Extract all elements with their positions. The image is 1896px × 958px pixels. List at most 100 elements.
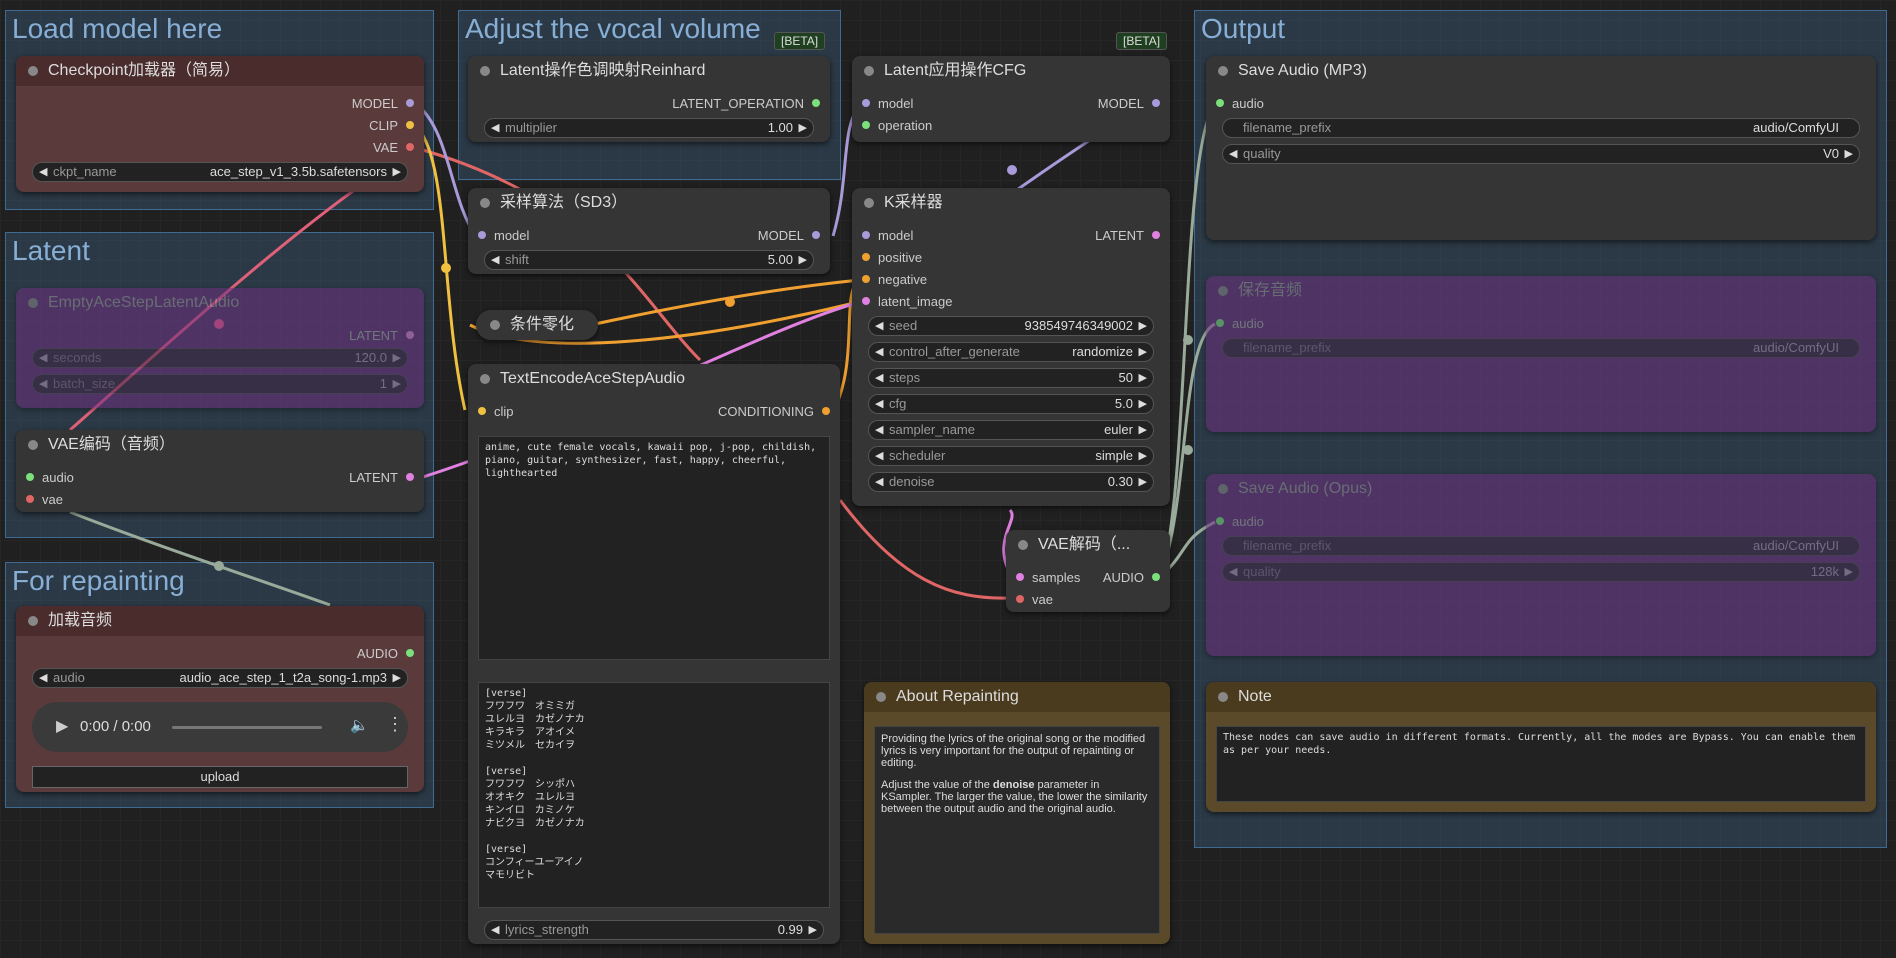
vae-encode-node[interactable]: VAE编码（音频） audio vae LATENT: [16, 430, 424, 512]
collapse-dot-icon[interactable]: [28, 298, 38, 308]
play-icon[interactable]: ▶: [56, 716, 68, 736]
input-vae[interactable]: vae: [1016, 592, 1053, 607]
save-audio-mp3-node[interactable]: Save Audio (MP3) audio filename_prefix au…: [1206, 56, 1876, 240]
quality-combo[interactable]: ◀ quality V0 ▶: [1222, 144, 1860, 164]
more-options-icon[interactable]: ⋮: [386, 714, 404, 735]
lyrics-textarea[interactable]: [verse] フワフワ オミミガ ユレルヨ カゼノナカ キラキラ アオイメ ミ…: [478, 682, 830, 908]
audio-file-combo[interactable]: ◀ audio audio_ace_step_1_t2a_song-1.mp3 ▶: [32, 668, 408, 688]
collapse-dot-icon[interactable]: [28, 66, 38, 76]
checkpoint-loader-node[interactable]: Checkpoint加载器（简易） MODEL CLIP VAE ◀ ckpt_n…: [16, 56, 424, 192]
output-model[interactable]: MODEL: [758, 228, 820, 243]
filename-prefix-text[interactable]: filename_prefix audio/ComfyUI: [1222, 536, 1860, 556]
input-model[interactable]: model: [478, 228, 529, 243]
node-title: 采样算法（SD3）: [500, 194, 628, 211]
beta-badge: [BETA]: [1116, 32, 1168, 50]
text-encode-node[interactable]: TextEncodeAceStepAudio clip CONDITIONING…: [468, 364, 840, 944]
empty-latent-node[interactable]: EmptyAceStepLatentAudio LATENT ◀ seconds 1…: [16, 288, 424, 408]
note-textarea[interactable]: These nodes can save audio in different …: [1216, 726, 1866, 802]
input-positive[interactable]: positive: [862, 250, 922, 265]
collapse-dot-icon[interactable]: [1218, 484, 1228, 494]
output-audio[interactable]: AUDIO: [357, 646, 414, 661]
load-audio-node[interactable]: 加载音频 AUDIO ◀ audio audio_ace_step_1_t2a_so…: [16, 606, 424, 792]
output-model[interactable]: MODEL: [352, 96, 414, 111]
collapse-dot-icon[interactable]: [28, 440, 38, 450]
output-note[interactable]: Note These nodes can save audio in diffe…: [1206, 682, 1876, 812]
ksampler-node[interactable]: K采样器 model positive negative latent_imag…: [852, 188, 1170, 506]
reinhard-node[interactable]: Latent操作色调映射Reinhard LATENT_OPERATION ◀ m…: [468, 56, 830, 142]
scheduler-combo[interactable]: ◀ scheduler simple ▶: [868, 446, 1154, 466]
latent-cfg-node[interactable]: Latent应用操作CFG model operation MODEL: [852, 56, 1170, 142]
tags-textarea[interactable]: anime, cute female vocals, kawaii pop, j…: [478, 436, 830, 660]
node-title: Checkpoint加载器（简易）: [16, 56, 424, 86]
quality-combo[interactable]: ◀ quality 128k ▶: [1222, 562, 1860, 582]
input-audio[interactable]: audio: [1216, 514, 1264, 529]
collapse-dot-icon[interactable]: [1218, 692, 1228, 702]
volume-icon[interactable]: 🔈: [350, 716, 369, 734]
collapse-dot-icon[interactable]: [1218, 66, 1228, 76]
input-model[interactable]: model: [862, 228, 913, 243]
about-text[interactable]: Providing the lyrics of the original son…: [874, 726, 1160, 934]
collapse-dot-icon[interactable]: [1218, 286, 1228, 296]
audio-progress-track[interactable]: [172, 726, 322, 729]
collapse-dot-icon[interactable]: [480, 66, 490, 76]
input-operation[interactable]: operation: [862, 118, 932, 133]
collapse-dot-icon[interactable]: [1018, 540, 1028, 550]
input-audio[interactable]: audio: [1216, 96, 1264, 111]
collapse-dot-icon[interactable]: [28, 616, 38, 626]
node-title: Note: [1206, 682, 1876, 712]
input-clip[interactable]: clip: [478, 404, 514, 419]
seconds-number[interactable]: ◀ seconds 120.0 ▶: [32, 348, 408, 368]
shift-number[interactable]: ◀ shift 5.00 ▶: [484, 250, 814, 270]
collapse-dot-icon[interactable]: [480, 198, 490, 208]
output-audio[interactable]: AUDIO: [1103, 570, 1160, 585]
steps-number[interactable]: ◀ steps 50 ▶: [868, 368, 1154, 388]
input-audio[interactable]: audio: [26, 470, 74, 485]
about-paragraph-1: Providing the lyrics of the original son…: [881, 733, 1146, 769]
output-latent[interactable]: LATENT: [349, 328, 414, 343]
vae-decode-node[interactable]: VAE解码（... samples vae AUDIO: [1006, 530, 1170, 612]
output-conditioning[interactable]: CONDITIONING: [718, 404, 830, 419]
conditioning-zero-node[interactable]: 条件零化: [476, 310, 598, 340]
filename-prefix-text[interactable]: filename_prefix audio/ComfyUI: [1222, 118, 1860, 138]
node-title: TextEncodeAceStepAudio: [500, 370, 686, 387]
batch-size-number[interactable]: ◀ batch_size 1 ▶: [32, 374, 408, 394]
output-vae[interactable]: VAE: [373, 140, 414, 155]
collapse-dot-icon[interactable]: [480, 374, 490, 384]
input-audio[interactable]: audio: [1216, 316, 1264, 331]
node-title: Latent操作色调映射Reinhard: [500, 62, 706, 79]
node-title: About Repainting: [864, 682, 1170, 712]
input-samples[interactable]: samples: [1016, 570, 1080, 585]
seed-number[interactable]: ◀ seed 938549746349002 ▶: [868, 316, 1154, 336]
input-latent-image[interactable]: latent_image: [862, 294, 952, 309]
input-vae[interactable]: vae: [26, 492, 63, 507]
upload-button[interactable]: upload: [32, 766, 408, 788]
audio-player[interactable]: ▶ 0:00 / 0:00 🔈 ⋮: [32, 702, 408, 752]
control-after-generate-combo[interactable]: ◀ control_after_generate randomize ▶: [868, 342, 1154, 362]
collapse-dot-icon[interactable]: [864, 198, 874, 208]
about-paragraph-2: Adjust the value of the denoise paramete…: [881, 779, 1148, 815]
about-repainting-note[interactable]: About Repainting Providing the lyrics of…: [864, 682, 1170, 944]
denoise-number[interactable]: ◀ denoise 0.30 ▶: [868, 472, 1154, 492]
filename-prefix-text[interactable]: filename_prefix audio/ComfyUI: [1222, 338, 1860, 358]
input-negative[interactable]: negative: [862, 272, 927, 287]
output-latent-operation[interactable]: LATENT_OPERATION: [672, 96, 820, 111]
multiplier-number[interactable]: ◀ multiplier 1.00 ▶: [484, 118, 814, 138]
lyrics-strength-number[interactable]: ◀ lyrics_strength 0.99 ▶: [484, 920, 824, 940]
output-latent[interactable]: LATENT: [1095, 228, 1160, 243]
collapse-dot-icon[interactable]: [490, 320, 500, 330]
node-title: 加载音频: [16, 606, 424, 636]
collapse-dot-icon[interactable]: [876, 692, 886, 702]
collapse-dot-icon[interactable]: [864, 66, 874, 76]
ckpt-name-combo[interactable]: ◀ ckpt_name ace_step_v1_3.5b.safetensors ▶: [32, 162, 408, 182]
output-model[interactable]: MODEL: [1098, 96, 1160, 111]
node-title: K采样器: [884, 194, 943, 211]
sampler-name-combo[interactable]: ◀ sampler_name euler ▶: [868, 420, 1154, 440]
output-clip[interactable]: CLIP: [369, 118, 414, 133]
save-audio-node[interactable]: 保存音频 audio filename_prefix audio/ComfyUI: [1206, 276, 1876, 432]
node-title: VAE编码（音频）: [48, 436, 175, 453]
input-model[interactable]: model: [862, 96, 913, 111]
cfg-number[interactable]: ◀ cfg 5.0 ▶: [868, 394, 1154, 414]
output-latent[interactable]: LATENT: [349, 470, 414, 485]
save-audio-opus-node[interactable]: Save Audio (Opus) audio filename_prefix a…: [1206, 474, 1876, 656]
sampling-sd3-node[interactable]: 采样算法（SD3） model MODEL ◀ shift 5.00 ▶: [468, 188, 830, 274]
